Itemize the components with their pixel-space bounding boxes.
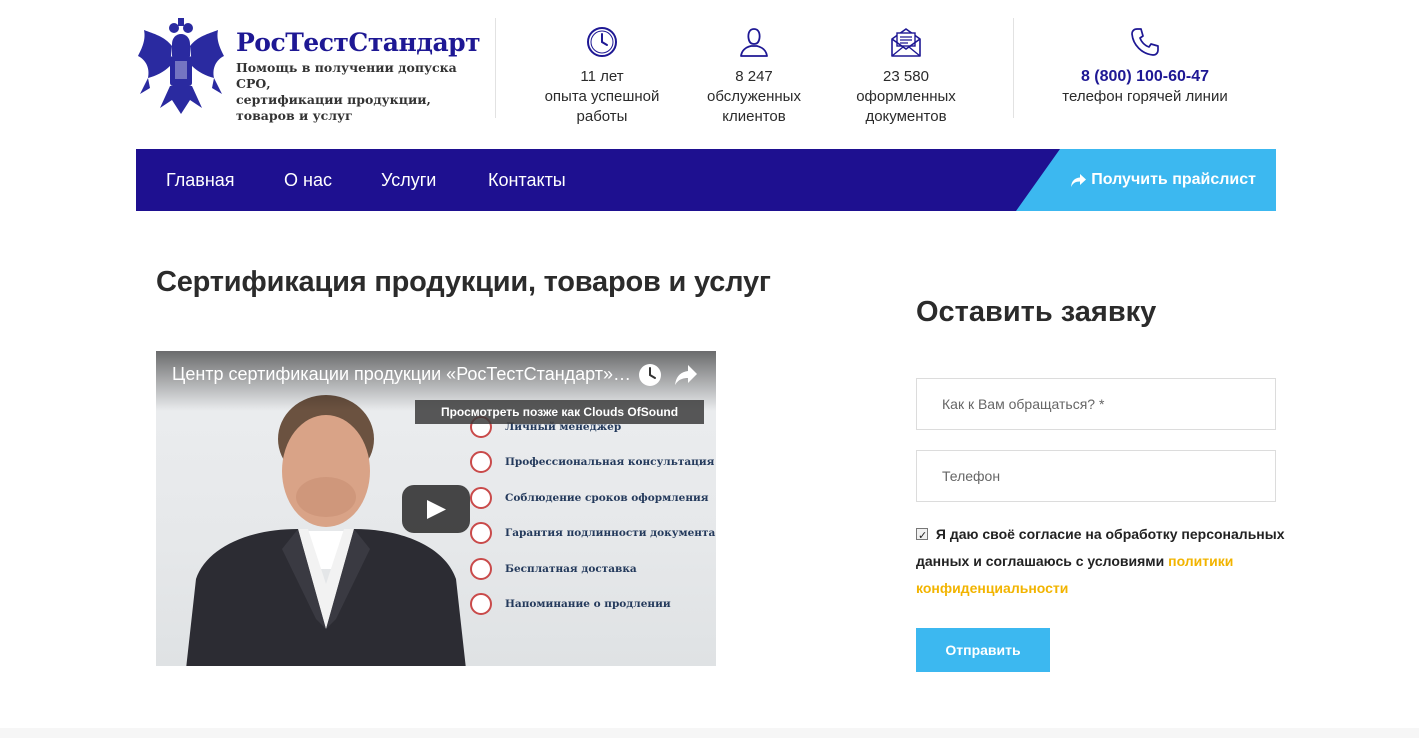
video-feature-text: Напоминание о продлении — [505, 598, 671, 611]
stat-documents: 23 580 оформленных документов — [831, 26, 981, 127]
video-feature: Напоминание о продлении — [470, 587, 710, 623]
hotline-caption: телефон горячей линии — [1062, 88, 1228, 105]
header-divider — [495, 18, 496, 118]
play-icon — [427, 500, 446, 519]
page-title: Сертификация продукции, товаров и услуг — [156, 266, 771, 298]
share-arrow-icon — [1071, 173, 1087, 187]
brand-subtitle-line: товаров и услуг — [236, 108, 353, 123]
nav-item-home[interactable]: Главная — [166, 149, 235, 211]
nav-item-services[interactable]: Услуги — [381, 149, 436, 211]
brand-subtitle: Помощь в получении допуска СРО, сертифик… — [236, 60, 486, 124]
eagle-emblem-icon — [138, 18, 224, 114]
stat-clients: 8 247 обслуженных клиентов — [679, 26, 829, 127]
nav-item-contacts[interactable]: Контакты — [488, 149, 566, 211]
brand-name: РосТестСтандарт — [236, 28, 481, 57]
watch-later-icon[interactable] — [638, 363, 662, 387]
stat-value: 23 580 — [883, 68, 929, 85]
video-title[interactable]: Центр сертификации продукции «РосТестСта… — [172, 364, 634, 385]
video-feature-text: Бесплатная доставка — [505, 562, 637, 575]
stat-caption: работы — [576, 108, 628, 125]
brand-subtitle-line: сертификации продукции, — [236, 92, 431, 107]
share-icon[interactable] — [674, 364, 698, 386]
video-feature: Соблюдение сроков оформления — [470, 480, 710, 516]
stat-caption: опыта успешной — [544, 88, 660, 105]
get-pricelist-button[interactable]: Получить прайслист — [1016, 149, 1276, 211]
header-divider — [1013, 18, 1014, 118]
stat-experience: 11 лет опыта успешной работы — [527, 26, 677, 127]
stat-caption: документов — [865, 108, 947, 125]
video-feature: Бесплатная доставка — [470, 551, 710, 587]
stat-value: 8 247 — [735, 68, 773, 85]
nav-item-about[interactable]: О нас — [284, 149, 332, 211]
clock-icon — [587, 27, 617, 57]
site-header: РосТестСтандарт Помощь в получении допус… — [136, 16, 1276, 126]
play-button[interactable] — [402, 485, 470, 533]
logo[interactable]: РосТестСтандарт Помощь в получении допус… — [136, 16, 486, 124]
name-input[interactable] — [916, 378, 1276, 430]
stat-caption: оформленных — [856, 88, 956, 105]
brand-subtitle-line: Помощь в получении допуска СРО, — [236, 60, 457, 91]
video-feature-text: Соблюдение сроков оформления — [505, 491, 709, 504]
mail-icon — [470, 557, 492, 580]
hotline-number[interactable]: 8 (800) 100-60-47 — [1054, 67, 1236, 87]
chat-icon — [470, 451, 492, 474]
exclamation-icon — [470, 593, 492, 616]
video-feature: Профессиональная консультация — [470, 445, 714, 481]
user-icon — [740, 28, 768, 57]
get-pricelist-label: Получить прайслист — [1070, 149, 1256, 211]
stat-caption: обслуженных — [707, 88, 801, 105]
video-feature-text: Профессиональная консультация — [505, 456, 715, 469]
phone-input[interactable] — [916, 450, 1276, 502]
phone-icon — [1131, 28, 1159, 56]
get-pricelist-text: Получить прайслист — [1091, 171, 1256, 188]
video-feature-text: Гарантия подлинности документа — [505, 527, 716, 540]
hotline: 8 (800) 100-60-47 телефон горячей линии — [1054, 26, 1236, 107]
video-feature-list: Личный менеджер Профессиональная консуль… — [470, 409, 715, 623]
video-player[interactable]: Личный менеджер Профессиональная консуль… — [156, 351, 716, 666]
video-feature: Гарантия подлинности документа — [470, 516, 715, 552]
form-title: Оставить заявку — [916, 296, 1157, 328]
clock-icon — [470, 486, 492, 509]
stat-value: 11 лет — [580, 68, 624, 85]
envelope-icon — [891, 28, 921, 57]
watch-later-tooltip: Просмотреть позже как Clouds OfSound — [415, 400, 704, 424]
main-nav: Главная О нас Услуги Контакты Получить п… — [136, 149, 1276, 211]
consent-checkbox[interactable] — [916, 523, 928, 550]
footer-strip — [0, 728, 1419, 738]
stat-caption: клиентов — [722, 108, 786, 125]
magnifier-icon — [470, 522, 492, 545]
consent-block: Я даю своё согласие на обработку персона… — [916, 521, 1286, 602]
submit-button[interactable]: Отправить — [916, 628, 1050, 672]
